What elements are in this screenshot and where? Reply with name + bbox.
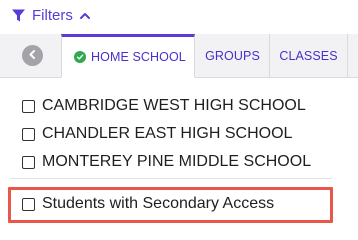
school-checkbox[interactable] <box>22 127 35 141</box>
filters-header: Filters <box>0 0 358 34</box>
school-label: MONTEREY PINE MIDDLE SCHOOL <box>42 153 312 170</box>
school-option-cambridge-west[interactable]: CAMBRIDGE WEST HIGH SCHOOL <box>22 97 306 115</box>
filters-label: Filters <box>32 7 73 24</box>
tab-classes[interactable]: CLASSES <box>270 34 348 77</box>
chevron-up-icon <box>79 11 91 21</box>
secondary-access-label: Students with Secondary Access <box>42 195 275 212</box>
school-option-chandler-east[interactable]: CHANDLER EAST HIGH SCHOOL <box>22 125 292 143</box>
secondary-access-checkbox[interactable] <box>22 197 35 211</box>
section-divider <box>10 178 332 179</box>
school-option-monterey-pine[interactable]: MONTEREY PINE MIDDLE SCHOOL <box>22 153 311 171</box>
tabs-back-button[interactable] <box>22 45 43 66</box>
secondary-access-option[interactable]: Students with Secondary Access <box>22 195 274 213</box>
school-checkbox[interactable] <box>22 155 35 169</box>
filters-toggle-button[interactable]: Filters <box>11 7 91 24</box>
school-label: CHANDLER EAST HIGH SCHOOL <box>42 125 293 142</box>
chevron-left-icon <box>27 47 38 65</box>
tab-label: GROUPS <box>205 48 260 63</box>
funnel-icon <box>11 8 26 23</box>
tab-label: HOME SCHOOL <box>91 50 186 64</box>
tab-home-school[interactable]: HOME SCHOOL <box>61 34 195 78</box>
tab-bar: HOME SCHOOL GROUPS CLASSES <box>0 34 358 78</box>
tab-groups[interactable]: GROUPS <box>196 34 270 77</box>
school-label: CAMBRIDGE WEST HIGH SCHOOL <box>42 97 306 114</box>
school-checkbox[interactable] <box>22 99 35 113</box>
check-circle-icon <box>74 51 86 63</box>
tab-label: CLASSES <box>279 48 338 63</box>
